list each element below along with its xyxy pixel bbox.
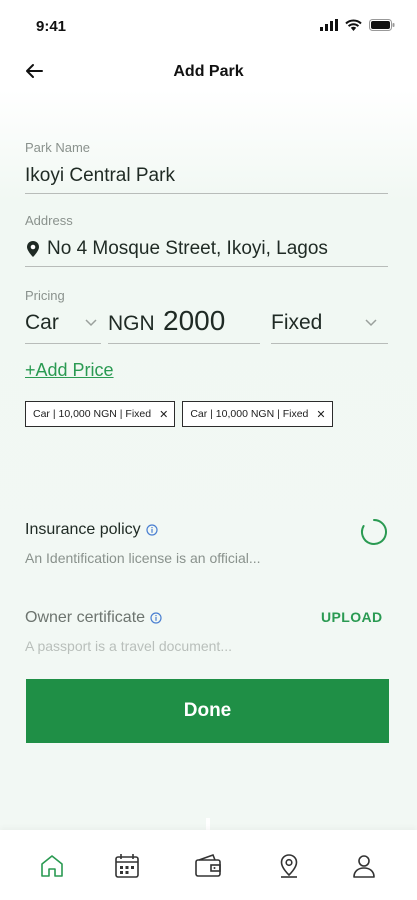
- address-field: Address: [25, 213, 388, 267]
- status-bar: 9:41: [0, 0, 417, 50]
- address-label: Address: [25, 213, 73, 228]
- home-icon[interactable]: [38, 852, 66, 880]
- bottom-navigation: [0, 830, 417, 900]
- owner-certificate-description: A passport is a travel document...: [25, 638, 232, 654]
- status-time: 9:41: [36, 18, 67, 35]
- add-park-screen: 9:41 Add Park Park Name Ikoyi Central Pa…: [0, 0, 417, 900]
- insurance-policy-label: Insurance policy: [25, 521, 141, 538]
- status-icons: [320, 19, 395, 31]
- price-type-select[interactable]: Fixed: [271, 305, 388, 344]
- owner-certificate-title: Owner certificate: [25, 609, 162, 627]
- price-chips: Car | 10,000 NGN | Fixed ✕ Car | 10,000 …: [25, 401, 333, 427]
- upload-button[interactable]: UPLOAD: [321, 609, 383, 625]
- battery-icon: [369, 19, 395, 31]
- vehicle-select[interactable]: Car: [25, 305, 101, 344]
- price-amount-value: 2000: [163, 305, 226, 336]
- close-icon[interactable]: ✕: [316, 408, 325, 421]
- vehicle-select-value: Car: [25, 311, 59, 334]
- location-pin-icon: [27, 241, 39, 257]
- app-header: Add Park: [0, 50, 417, 94]
- chevron-down-icon: [85, 319, 97, 327]
- price-chip-label: Car | 10,000 NGN | Fixed: [33, 408, 152, 420]
- pricing-row: Car NGN 2000 Fixed: [25, 305, 390, 345]
- wifi-icon: [345, 19, 362, 31]
- insurance-policy-title: Insurance policy: [25, 521, 158, 539]
- chevron-down-icon: [365, 319, 377, 327]
- page-title: Add Park: [173, 63, 244, 80]
- info-icon[interactable]: [150, 612, 162, 624]
- owner-certificate-label: Owner certificate: [25, 609, 146, 626]
- price-type-value: Fixed: [271, 311, 323, 334]
- address-input-row: [25, 232, 388, 267]
- info-icon[interactable]: [146, 524, 158, 536]
- nav-divider: [206, 818, 210, 830]
- price-chip: Car | 10,000 NGN | Fixed ✕: [25, 401, 176, 427]
- loading-spinner-icon: [361, 519, 387, 545]
- insurance-policy-description: An Identification license is an official…: [25, 550, 261, 566]
- done-button[interactable]: Done: [26, 679, 389, 743]
- price-chip-label: Car | 10,000 NGN | Fixed: [190, 408, 309, 420]
- close-icon[interactable]: ✕: [159, 408, 168, 421]
- cellular-signal-icon: [320, 19, 338, 31]
- address-input[interactable]: [47, 238, 382, 260]
- add-price-link[interactable]: +Add Price: [25, 360, 114, 381]
- park-name-input[interactable]: [25, 159, 388, 194]
- profile-icon[interactable]: [350, 852, 378, 880]
- pricing-label: Pricing: [25, 288, 65, 303]
- currency-label: NGN: [108, 312, 155, 335]
- park-name-field: Park Name: [25, 140, 388, 194]
- location-pin-icon[interactable]: [275, 852, 303, 880]
- calendar-icon[interactable]: [113, 852, 141, 880]
- price-amount-field[interactable]: NGN 2000: [108, 305, 260, 344]
- park-name-label: Park Name: [25, 140, 91, 155]
- wallet-icon[interactable]: [194, 852, 222, 880]
- price-chip: Car | 10,000 NGN | Fixed ✕: [182, 401, 333, 427]
